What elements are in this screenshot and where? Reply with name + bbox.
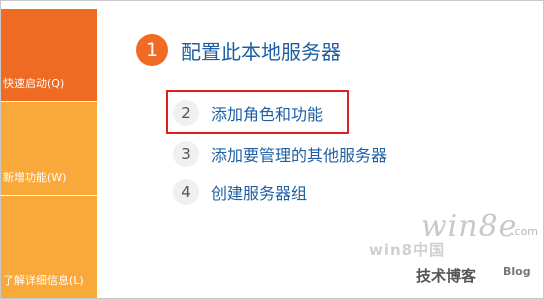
tab-learn-more-label: 了解详细信息(L) bbox=[3, 274, 84, 287]
watermark-tech: 技术博客 bbox=[416, 267, 477, 285]
server-manager-welcome-panel: 快速启动(Q) 新增功能(W) 了解详细信息(L) 1 配置此本地服务器 2 添… bbox=[0, 0, 544, 299]
step-number-badge: 2 bbox=[173, 100, 199, 126]
tab-learn-more[interactable]: 了解详细信息(L) bbox=[1, 196, 97, 298]
watermark-china: win8中国 bbox=[369, 241, 446, 259]
step-number-badge: 3 bbox=[173, 141, 199, 167]
step-add-other-servers-link[interactable]: 添加要管理的其他服务器 bbox=[211, 142, 387, 166]
step-add-roles-features[interactable]: 2 添加角色和功能 bbox=[173, 100, 323, 126]
step-configure-local-server[interactable]: 1 配置此本地服务器 bbox=[136, 34, 341, 66]
step-create-server-group[interactable]: 4 创建服务器组 bbox=[173, 179, 307, 205]
step-add-other-servers[interactable]: 3 添加要管理的其他服务器 bbox=[173, 141, 387, 167]
watermark-blog: Blog bbox=[503, 265, 531, 278]
tab-quick-start-label: 快速启动(Q) bbox=[3, 77, 65, 90]
step-create-server-group-link[interactable]: 创建服务器组 bbox=[211, 180, 307, 204]
watermark-logo: win8e .com win8中国 技术博客 Blog bbox=[361, 209, 541, 294]
tab-whats-new-label: 新增功能(W) bbox=[3, 171, 67, 184]
tab-whats-new[interactable]: 新增功能(W) bbox=[1, 102, 97, 195]
welcome-nav: 快速启动(Q) 新增功能(W) 了解详细信息(L) bbox=[1, 9, 97, 298]
step-add-roles-features-link[interactable]: 添加角色和功能 bbox=[211, 101, 323, 125]
tab-quick-start[interactable]: 快速启动(Q) bbox=[1, 9, 97, 101]
step-number-badge: 4 bbox=[173, 179, 199, 205]
step-configure-local-server-link[interactable]: 配置此本地服务器 bbox=[181, 36, 341, 65]
step-number-badge: 1 bbox=[136, 34, 168, 66]
watermark-domain: .com bbox=[511, 225, 538, 238]
